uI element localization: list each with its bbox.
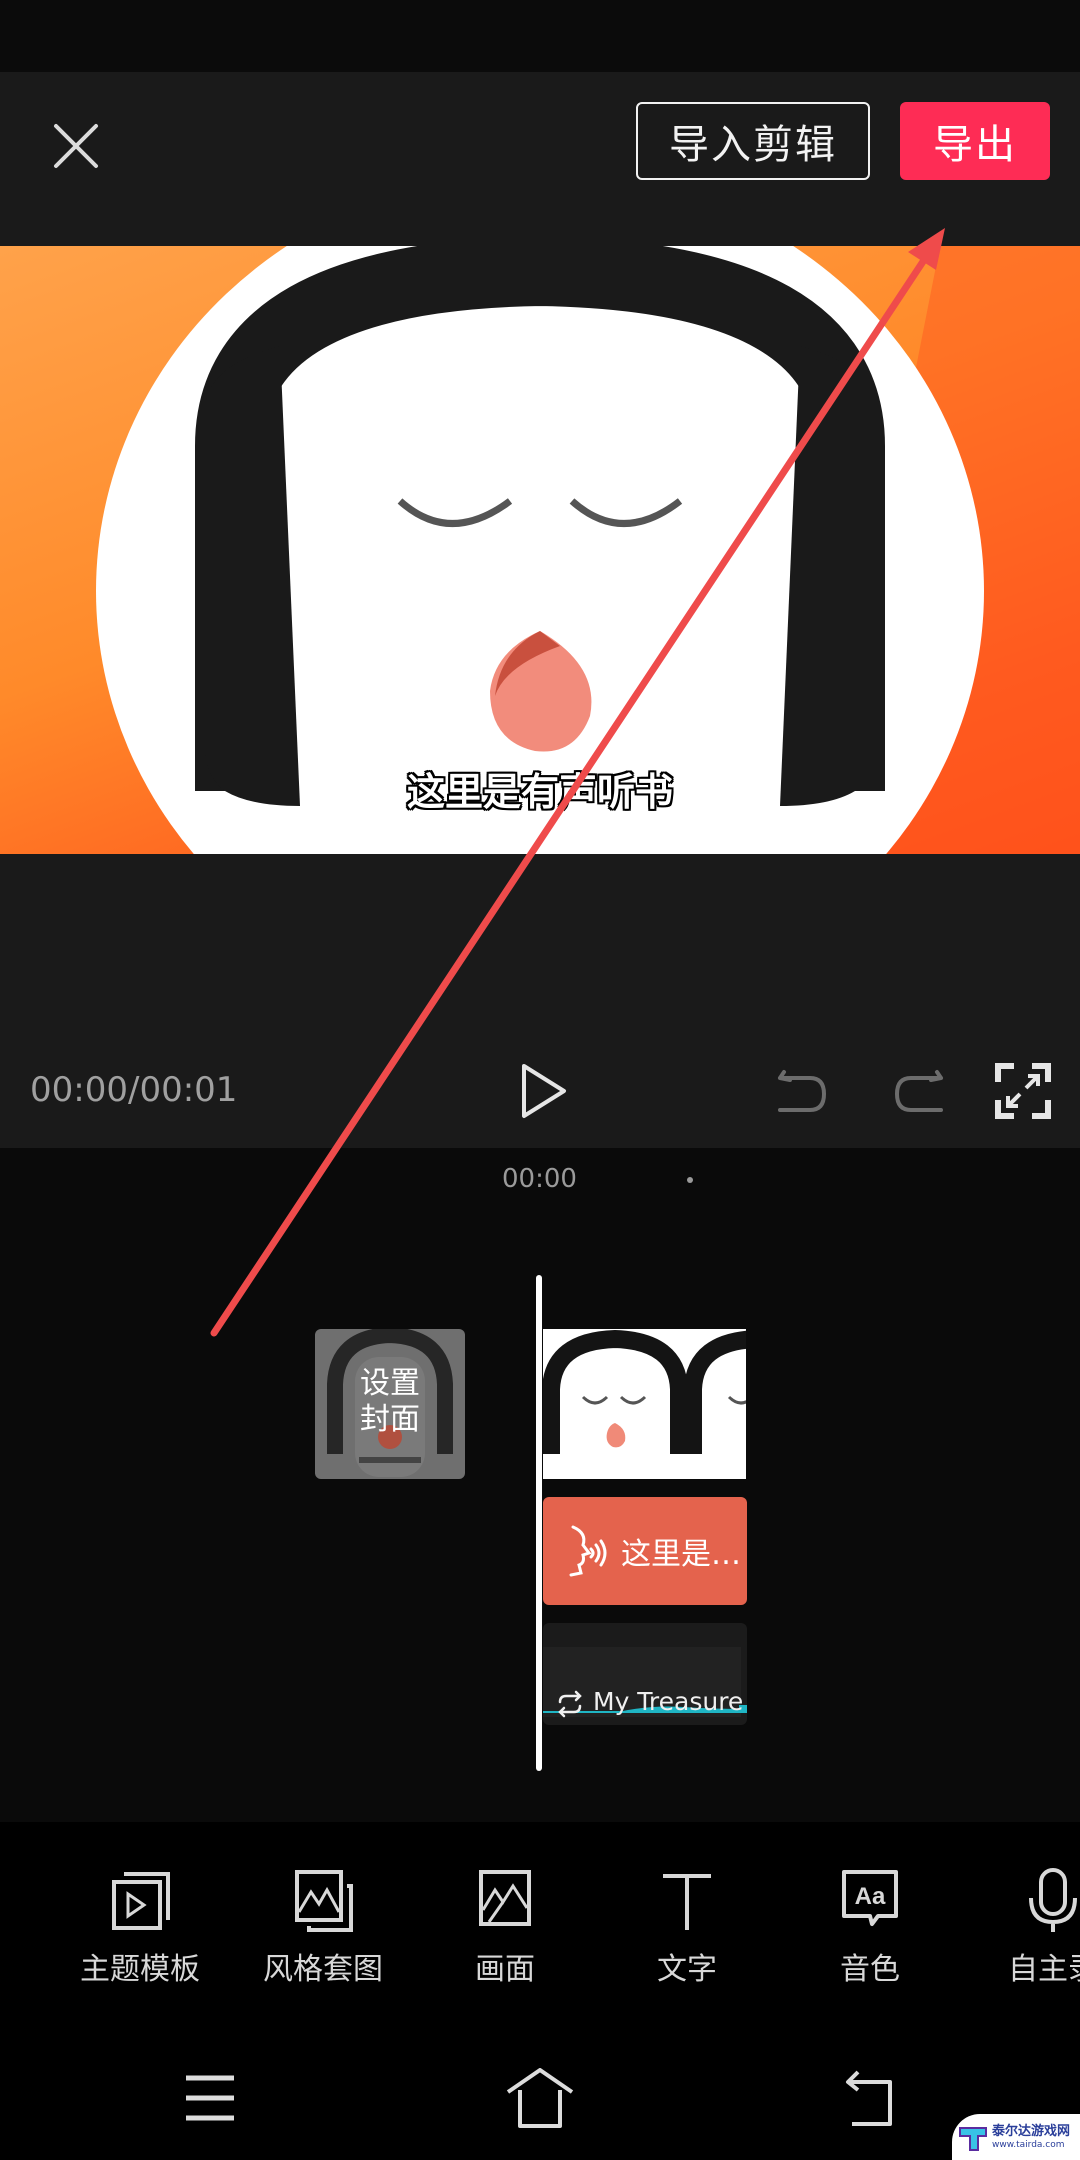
text-to-speech-clip[interactable]: 这里是… (543, 1497, 747, 1605)
image-icon (479, 1870, 531, 1926)
microphone-icon (1029, 1868, 1077, 1932)
undo-button[interactable] (770, 1060, 836, 1126)
redo-icon (894, 1070, 943, 1112)
subtitle-text: 这里是有声听书 (406, 770, 673, 814)
set-cover-label-line1: 设置 (360, 1366, 420, 1401)
timeline-ruler-tick (687, 1177, 693, 1183)
tool-style-set[interactable]: 风格套图 (248, 1868, 398, 1988)
tool-voice-tone[interactable]: Aa 音色 (795, 1868, 945, 1988)
tool-label: 主题模板 (80, 1952, 200, 1987)
back-icon[interactable] (840, 2068, 900, 2130)
speaking-head-icon (569, 1525, 607, 1577)
video-preview[interactable]: 这里是有声听书 (0, 246, 1080, 854)
text-icon (663, 1874, 711, 1930)
fullscreen-button[interactable] (990, 1058, 1056, 1124)
tool-image[interactable]: 画面 (430, 1868, 580, 1988)
site-watermark: 泰尔达游戏网 www.tairda.com (952, 2114, 1080, 2160)
redo-button[interactable] (885, 1060, 951, 1126)
close-icon (54, 124, 98, 168)
site-logo-icon (959, 2127, 987, 2151)
tool-label: 自主录 (1008, 1952, 1080, 1987)
video-clip-track[interactable] (543, 1329, 746, 1479)
close-button[interactable] (40, 110, 112, 182)
import-clip-button[interactable]: 导入剪辑 (636, 102, 870, 180)
play-icon (522, 1064, 566, 1118)
tool-label: 风格套图 (263, 1952, 383, 1987)
theme-template-icon (112, 1872, 170, 1930)
loop-icon (558, 1690, 582, 1718)
tool-text[interactable]: 文字 (612, 1868, 762, 1988)
menu-icon[interactable] (180, 2070, 240, 2126)
video-clip-frames (543, 1329, 746, 1479)
voice-tone-icon: Aa (842, 1870, 898, 1926)
tool-label: 文字 (657, 1952, 717, 1987)
timecode: 00:00/00:01 (30, 1070, 238, 1110)
status-bar (0, 0, 1080, 72)
tool-label: 画面 (475, 1952, 535, 1987)
export-button[interactable]: 导出 (900, 102, 1050, 180)
home-icon[interactable] (504, 2068, 576, 2130)
watermark-title: 泰尔达游戏网 (992, 2123, 1071, 2139)
style-set-icon (295, 1870, 353, 1932)
play-button[interactable] (510, 1058, 576, 1124)
set-cover-label-line2: 封面 (360, 1402, 420, 1437)
fullscreen-icon (995, 1063, 1051, 1119)
set-cover-label[interactable]: 设置 封面 (315, 1366, 465, 1438)
tool-label: 音色 (840, 1952, 900, 1987)
undo-icon (778, 1070, 827, 1112)
svg-text:Aa: Aa (855, 1883, 886, 1910)
timeline-playhead[interactable] (536, 1275, 542, 1771)
tool-self-record[interactable]: 自主录 (978, 1868, 1080, 1988)
music-clip-label: My Treasure (593, 1687, 744, 1716)
tts-clip-label: 这里是… (621, 1537, 741, 1572)
watermark-url: www.tairda.com (992, 2139, 1065, 2150)
timeline-ruler-time: 00:00 (502, 1164, 577, 1194)
tool-theme-template[interactable]: 主题模板 (65, 1868, 215, 1988)
